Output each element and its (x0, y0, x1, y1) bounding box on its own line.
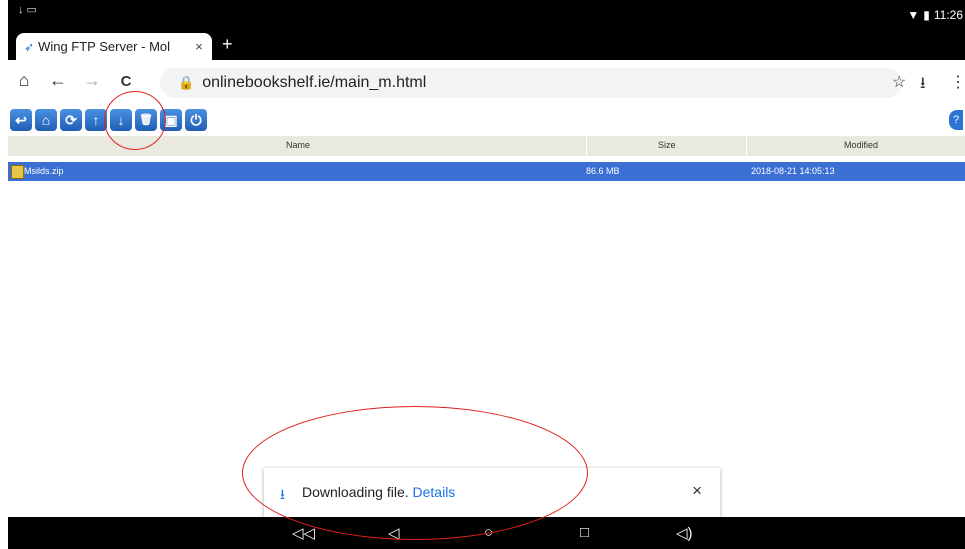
home-circle-icon[interactable]: ○ (484, 524, 493, 541)
close-tab-icon[interactable]: × (190, 39, 208, 54)
tab-strip: ➶ Wing FTP Server - Mol × + (8, 30, 965, 60)
file-size: 86.6 MB (586, 166, 620, 176)
help-button[interactable]: ? (949, 110, 963, 130)
recents-icon[interactable]: □ (580, 524, 589, 541)
delete-button[interactable]: 🗑 (135, 109, 157, 131)
zip-file-icon (11, 165, 24, 179)
upload-button[interactable]: ↑ (85, 109, 107, 131)
download-icon: ⭳ (280, 486, 285, 502)
column-size[interactable]: Size (658, 140, 676, 150)
download-icon[interactable]: ⭳ (920, 72, 926, 99)
address-bar[interactable]: 🔒 onlinebookshelf.ie/main_m.html (160, 68, 902, 98)
wing-ftp-favicon-icon: ➶ (24, 39, 35, 54)
column-modified[interactable]: Modified (844, 140, 878, 150)
download-button[interactable]: ↓ (110, 109, 132, 131)
close-icon[interactable]: × (692, 481, 702, 501)
forward-arrow-icon[interactable]: → (80, 70, 104, 91)
tab-title: Wing FTP Server - Mol (38, 39, 171, 54)
browser-tab[interactable]: ➶ Wing FTP Server - Mol × (16, 33, 212, 60)
battery-icon: ▮ (923, 8, 930, 22)
volume-down-icon[interactable]: ◁◁ (292, 524, 315, 542)
file-table-header: Name Size Modified (8, 136, 965, 156)
volume-up-icon[interactable]: ◁) (676, 524, 693, 542)
url-text: onlinebookshelf.ie/main_m.html (202, 74, 427, 91)
wifi-icon: ▼ (907, 8, 920, 22)
menu-icon[interactable]: ⋮ (950, 72, 965, 92)
screen: ↓ ▭ ▼ ▮ 11:26 ➶ Wing FTP Server - Mol × … (0, 0, 965, 549)
notification-icons: ↓ ▭ (18, 4, 37, 16)
snackbar-message: Downloading file. (302, 484, 413, 500)
back-arrow-icon[interactable]: ← (46, 70, 70, 91)
android-navigation-bar: ◁◁ ◁ ○ □ ◁) (8, 517, 965, 549)
logout-button[interactable]: ⏻ (185, 109, 207, 131)
home-button[interactable]: ⌂ (35, 109, 57, 131)
file-name: Msilds.zip (24, 166, 64, 176)
browser-toolbar: ⌂ ← → C 🔒 onlinebookshelf.ie/main_m.html… (8, 60, 965, 107)
column-name[interactable]: Name (286, 140, 310, 150)
back-icon[interactable]: ◁ (388, 524, 400, 542)
table-row[interactable]: Msilds.zip 86.6 MB 2018-08-21 14:05:13 (8, 162, 965, 181)
file-modified: 2018-08-21 14:05:13 (751, 166, 835, 176)
reload-icon[interactable]: C (114, 73, 138, 90)
back-button[interactable]: ↩ (10, 109, 32, 131)
bookmark-star-icon[interactable]: ☆ (892, 72, 906, 92)
download-snackbar: ⭳ Downloading file. Details × (264, 468, 720, 517)
clock: 11:26 (933, 8, 963, 22)
new-tab-button[interactable]: + (222, 34, 233, 55)
ftp-toolbar: ↩ ⌂ ⟳ ↑ ↓ 🗑 ▣ ⏻ ? (8, 106, 965, 136)
home-icon[interactable]: ⌂ (12, 70, 36, 91)
refresh-button[interactable]: ⟳ (60, 109, 82, 131)
properties-button[interactable]: ▣ (160, 109, 182, 131)
details-link[interactable]: Details (413, 484, 456, 500)
lock-icon: 🔒 (178, 75, 195, 90)
android-status-bar: ↓ ▭ ▼ ▮ 11:26 (8, 0, 965, 30)
